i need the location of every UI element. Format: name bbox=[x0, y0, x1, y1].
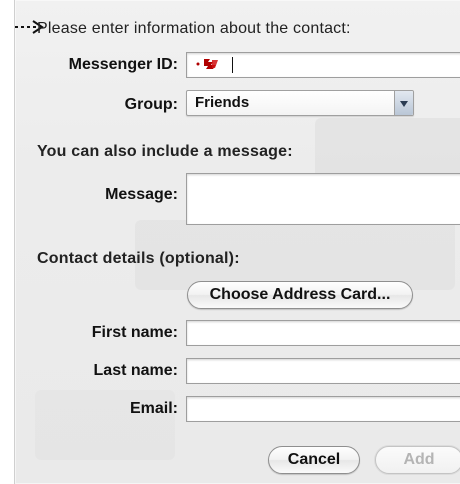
first-name-input[interactable] bbox=[186, 320, 460, 346]
email-input[interactable] bbox=[186, 396, 460, 422]
message-intro: You can also include a message: bbox=[37, 143, 293, 160]
text-caret bbox=[232, 57, 233, 73]
messenger-id-input[interactable] bbox=[186, 52, 460, 78]
group-select[interactable]: Friends bbox=[186, 90, 414, 116]
add-button[interactable]: Add bbox=[374, 445, 460, 475]
message-textarea[interactable] bbox=[186, 173, 460, 225]
message-label: Message: bbox=[105, 186, 178, 203]
first-name-label: First name: bbox=[91, 324, 178, 341]
last-name-label: Last name: bbox=[93, 362, 178, 379]
contact-info-intro: Please enter information about the conta… bbox=[37, 20, 351, 37]
add-contact-dialog: Please enter information about the conta… bbox=[14, 0, 460, 484]
messenger-id-label: Messenger ID: bbox=[68, 56, 178, 73]
last-name-input[interactable] bbox=[186, 358, 460, 384]
chevron-down-icon[interactable] bbox=[394, 91, 413, 115]
contact-dialog-page: Please enter information about the conta… bbox=[0, 0, 460, 484]
contact-details-intro: Contact details (optional): bbox=[37, 250, 240, 267]
group-selected-value: Friends bbox=[195, 94, 250, 111]
choose-address-card-button[interactable]: Choose Address Card... bbox=[187, 281, 413, 309]
messenger-id-icon bbox=[196, 59, 218, 69]
cancel-button[interactable]: Cancel bbox=[268, 446, 360, 474]
email-label: Email: bbox=[129, 400, 178, 417]
group-label: Group: bbox=[124, 96, 178, 113]
